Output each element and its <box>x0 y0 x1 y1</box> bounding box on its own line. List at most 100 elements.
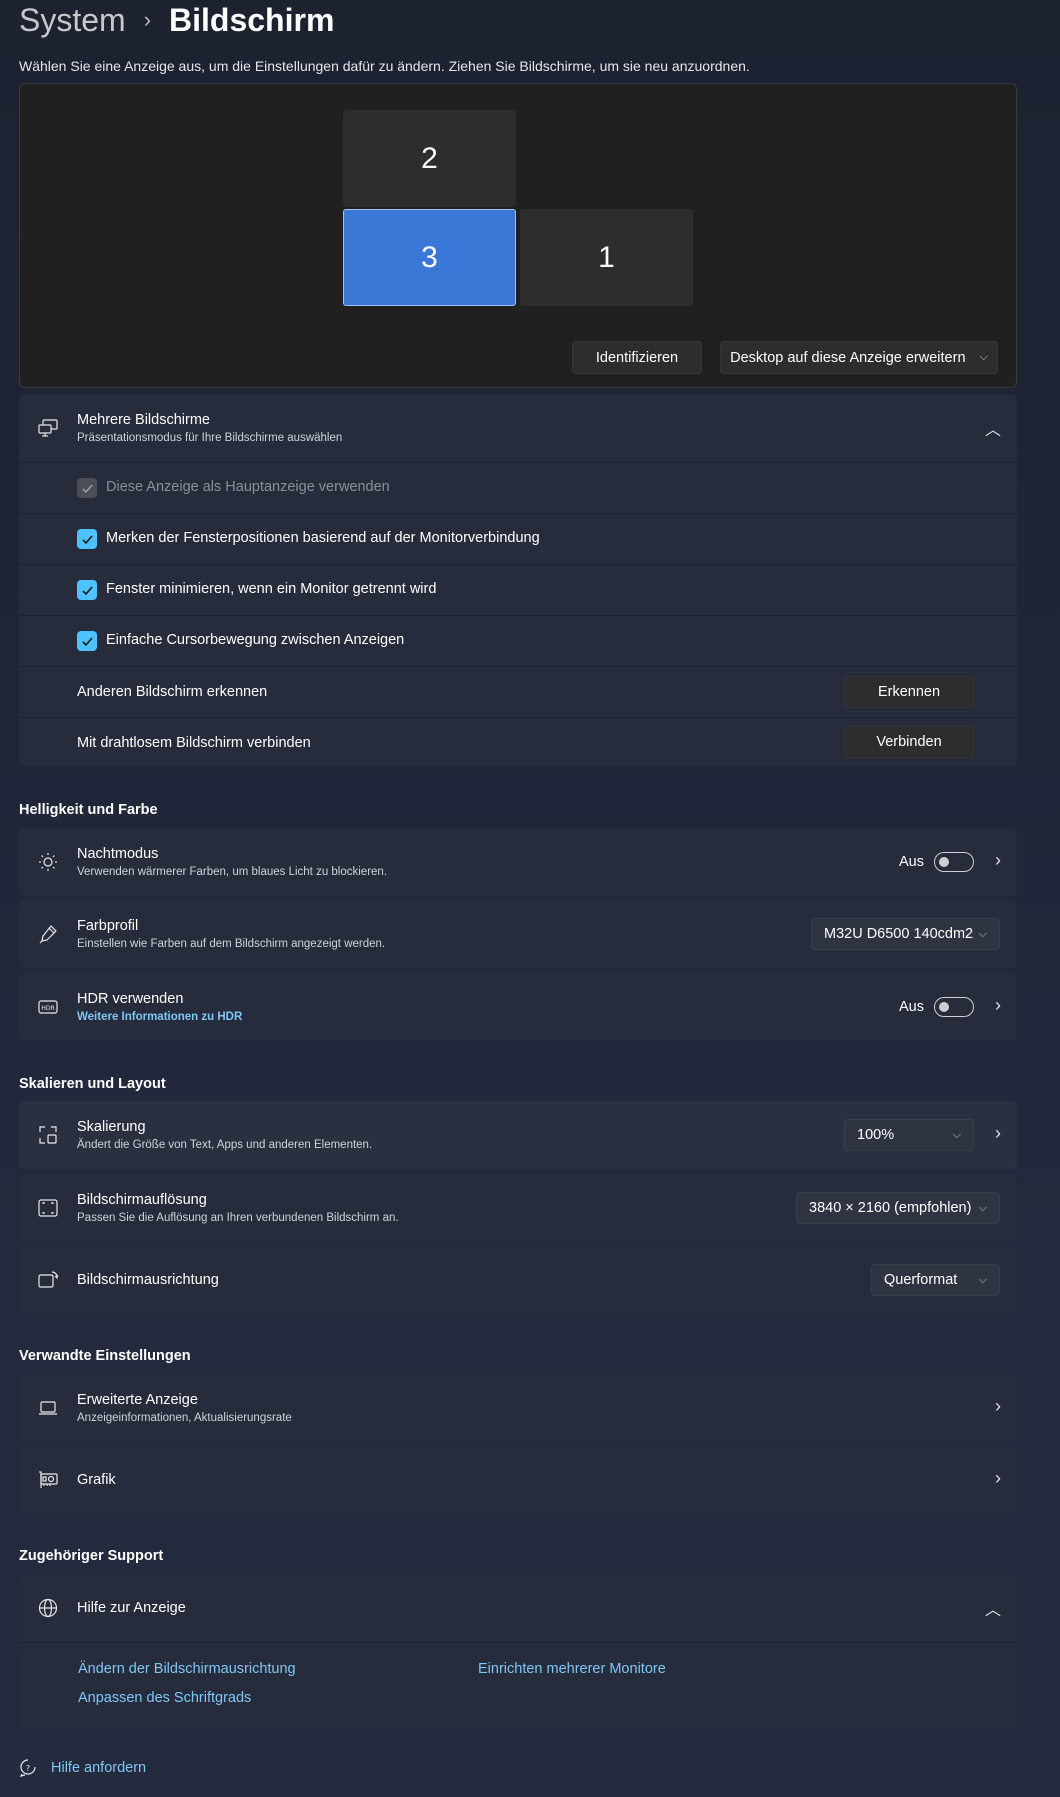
night-light-toggle[interactable] <box>934 852 974 872</box>
hdr-title: HDR verwenden <box>77 991 184 1007</box>
checkbox-row-main-display: Diese Anzeige als Hauptanzeige verwenden <box>19 462 1017 513</box>
advanced-display-title: Erweiterte Anzeige <box>77 1392 198 1408</box>
minimize-windows-checkbox[interactable] <box>77 580 97 600</box>
arrangement-description: Wählen Sie eine Anzeige aus, um die Eins… <box>19 58 750 74</box>
chevron-right-icon: › <box>995 995 1001 1015</box>
globe-icon <box>37 1597 59 1619</box>
scale-icon <box>37 1124 59 1146</box>
color-profile-title: Farbprofil <box>77 918 139 934</box>
orientation-dropdown[interactable]: Querformat ⌵ <box>871 1264 1000 1296</box>
resolution-value: 3840 × 2160 (empfohlen) <box>809 1200 972 1216</box>
chevron-right-icon: › <box>995 1396 1001 1416</box>
display-help-title: Hilfe zur Anzeige <box>77 1600 186 1616</box>
hdr-info-link[interactable]: Weitere Informationen zu HDR <box>77 1011 242 1023</box>
multiple-displays-subtitle: Präsentationsmodus für Ihre Bildschirme … <box>77 432 343 444</box>
multiple-displays-title: Mehrere Bildschirme <box>77 412 210 428</box>
resolution-subtitle: Passen Sie die Auflösung an Ihren verbun… <box>77 1212 399 1224</box>
monitor-3-selected[interactable]: 3 <box>343 209 516 306</box>
checkbox-row-remember-positions: Merken der Fensterpositionen basierend a… <box>19 513 1017 564</box>
identify-button[interactable]: Identifizieren <box>572 341 702 374</box>
connect-button-label: Verbinden <box>876 734 942 750</box>
hdr-state: Aus <box>899 999 924 1015</box>
remember-positions-label: Merken der Fensterpositionen basierend a… <box>106 530 540 546</box>
section-heading-related: Verwandte Einstellungen <box>19 1348 191 1364</box>
chevron-down-icon: ⌵ <box>952 1128 961 1141</box>
detect-button-label: Erkennen <box>877 684 941 700</box>
display-help-header[interactable]: Hilfe zur Anzeige ︿ <box>19 1574 1017 1642</box>
help-chat-icon: ? <box>19 1759 37 1777</box>
multiple-displays-header[interactable]: Mehrere Bildschirme Präsentationsmodus f… <box>19 394 1017 462</box>
help-link-font-size[interactable]: Anpassen des Schriftgrads <box>78 1690 251 1706</box>
connect-button[interactable]: Verbinden <box>844 726 974 758</box>
resolution-title: Bildschirmauflösung <box>77 1192 207 1208</box>
graphics-card[interactable]: Grafik › <box>19 1446 1017 1514</box>
brightness-icon <box>37 851 59 873</box>
resolution-dropdown[interactable]: 3840 × 2160 (empfohlen) ⌵ <box>796 1192 1000 1224</box>
section-heading-support: Zugehöriger Support <box>19 1548 164 1564</box>
laptop-icon <box>37 1397 59 1419</box>
chevron-down-icon: ⌵ <box>978 1201 987 1214</box>
color-profile-card: Farbprofil Einstellen wie Farben auf dem… <box>19 900 1017 968</box>
detect-display-label: Anderen Bildschirm erkennen <box>77 684 268 700</box>
color-profile-dropdown[interactable]: M32U D6500 140cdm2 ⌵ <box>811 918 1000 950</box>
detect-display-row: Anderen Bildschirm erkennen Erkennen <box>19 666 1017 717</box>
detect-button[interactable]: Erkennen <box>844 676 974 708</box>
chevron-right-icon: › <box>995 1123 1001 1143</box>
resolution-card: Bildschirmauflösung Passen Sie die Auflö… <box>19 1174 1017 1242</box>
monitor-2[interactable]: 2 <box>343 110 516 207</box>
section-heading-brightness: Helligkeit und Farbe <box>19 802 158 818</box>
night-light-state: Aus <box>899 854 924 870</box>
extend-desktop-label: Desktop auf diese Anzeige erweitern <box>730 349 966 366</box>
help-link-multiple-monitors[interactable]: Einrichten mehrerer Monitore <box>478 1661 666 1677</box>
scaling-dropdown[interactable]: 100% ⌵ <box>844 1119 974 1151</box>
help-link-orientation[interactable]: Ändern der Bildschirmausrichtung <box>78 1661 296 1677</box>
color-profile-subtitle: Einstellen wie Farben auf dem Bildschirm… <box>77 938 386 950</box>
svg-text:?: ? <box>26 1764 30 1773</box>
wireless-display-row: Mit drahtlosem Bildschirm verbinden Verb… <box>19 717 1017 766</box>
checkbox-row-minimize-windows: Fenster minimieren, wenn ein Monitor get… <box>19 564 1017 615</box>
chevron-up-icon[interactable]: ︿ <box>985 416 1001 440</box>
chevron-right-icon: › <box>995 850 1001 870</box>
cursor-movement-label: Einfache Cursorbewegung zwischen Anzeige… <box>106 632 405 648</box>
chevron-up-icon[interactable]: ︿ <box>985 1596 1001 1620</box>
scaling-value: 100% <box>857 1127 895 1143</box>
hdr-toggle[interactable] <box>934 997 974 1017</box>
main-display-label: Diese Anzeige als Hauptanzeige verwenden <box>106 479 390 495</box>
breadcrumb: System › Bildschirm <box>19 0 334 40</box>
cursor-movement-checkbox[interactable] <box>77 631 97 651</box>
resolution-icon <box>37 1197 59 1219</box>
main-display-checkbox[interactable] <box>77 478 97 498</box>
breadcrumb-system[interactable]: System <box>19 2 126 39</box>
graphics-title: Grafik <box>77 1472 116 1488</box>
night-light-title: Nachtmodus <box>77 846 159 862</box>
advanced-display-card[interactable]: Erweiterte Anzeige Anzeigeinformationen,… <box>19 1374 1017 1442</box>
checkbox-row-cursor-movement: Einfache Cursorbewegung zwischen Anzeige… <box>19 615 1017 666</box>
breadcrumb-separator: › <box>143 7 152 32</box>
night-light-card[interactable]: Nachtmodus Verwenden wärmerer Farben, um… <box>19 828 1017 896</box>
chevron-down-icon: ⌵ <box>978 1273 987 1286</box>
scaling-card[interactable]: Skalierung Ändert die Größe von Text, Ap… <box>19 1101 1017 1169</box>
monitor-1[interactable]: 1 <box>520 209 693 306</box>
orientation-title: Bildschirmausrichtung <box>77 1272 219 1288</box>
svg-text:HDR: HDR <box>41 1005 54 1012</box>
get-help-link[interactable]: ? Hilfe anfordern <box>19 1759 146 1777</box>
multiple-displays-icon <box>37 417 59 439</box>
orientation-card: Bildschirmausrichtung Querformat ⌵ <box>19 1246 1017 1314</box>
minimize-windows-label: Fenster minimieren, wenn ein Monitor get… <box>106 581 437 597</box>
color-profile-value: M32U D6500 140cdm2 <box>824 926 974 942</box>
orientation-value: Querformat <box>884 1272 958 1288</box>
chevron-down-icon: ⌵ <box>978 927 987 940</box>
display-help-card: Hilfe zur Anzeige ︿ Ändern der Bildschir… <box>19 1574 1017 1726</box>
remember-positions-checkbox[interactable] <box>77 529 97 549</box>
graphics-card-icon <box>37 1469 59 1491</box>
identify-label: Identifizieren <box>595 349 679 366</box>
hdr-card[interactable]: HDR HDR verwenden Weitere Informationen … <box>19 973 1017 1041</box>
hdr-icon: HDR <box>37 996 59 1018</box>
extend-desktop-dropdown[interactable]: Desktop auf diese Anzeige erweitern ⌵ <box>720 341 998 374</box>
chevron-right-icon: › <box>995 1468 1001 1488</box>
multiple-displays-card: Mehrere Bildschirme Präsentationsmodus f… <box>19 394 1017 766</box>
scaling-title: Skalierung <box>77 1119 146 1135</box>
display-help-links: Ändern der Bildschirmausrichtung Einrich… <box>19 1642 1017 1726</box>
orientation-icon <box>37 1269 59 1291</box>
chevron-down-icon: ⌵ <box>979 351 988 363</box>
